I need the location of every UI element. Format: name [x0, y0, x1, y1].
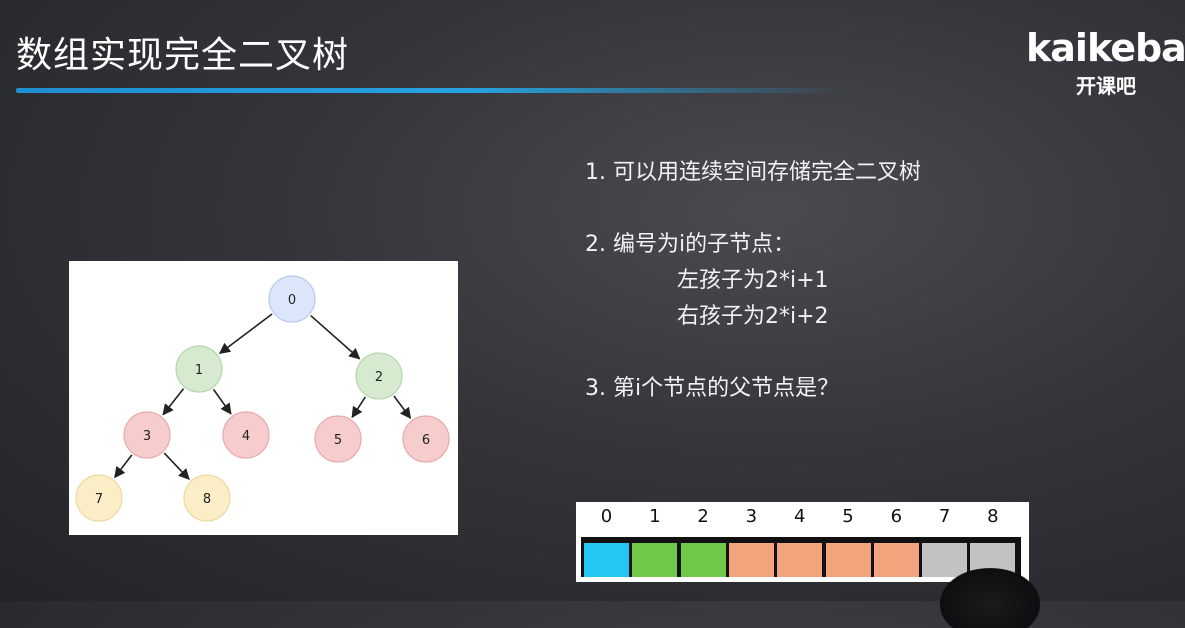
array-cell-7	[922, 543, 968, 577]
tree-node-label: 0	[288, 293, 296, 308]
array-cell-5	[825, 543, 871, 577]
array-index-label: 5	[842, 506, 854, 527]
array-cell-4	[777, 543, 823, 577]
tree-edge-2-6	[393, 395, 412, 420]
explanation-list: 1. 可以用连续空间存储完全二叉树 2. 编号为i的子节点： 左孩子为2*i+1…	[585, 155, 921, 407]
kaikeba-logo: kaikeba 开课吧	[990, 18, 1185, 98]
tree-node-label: 5	[334, 433, 342, 448]
array-index-label: 1	[649, 506, 661, 527]
tree-edge-3-7	[114, 454, 133, 479]
tree-node-label: 4	[242, 429, 250, 444]
slide-title: 数组实现完全二叉树	[16, 35, 350, 76]
point-2-left-child: 左孩子为2*i+1	[677, 268, 829, 293]
point-2-right-child: 右孩子为2*i+2	[677, 304, 829, 329]
tree-node-label: 7	[95, 492, 103, 507]
tree-node-label: 6	[422, 433, 430, 448]
array-index-label: 3	[745, 506, 758, 527]
array-cell-2	[680, 543, 726, 577]
title-underline	[16, 88, 846, 93]
array-index-label: 4	[793, 506, 806, 527]
point-2: 2. 编号为i的子节点：	[585, 232, 796, 257]
array-index-label: 6	[890, 506, 903, 527]
array-index-label: 8	[987, 506, 999, 527]
logo-subtitle: 开课吧	[1076, 74, 1136, 98]
tree-node-label: 3	[143, 429, 151, 444]
array-index-label: 0	[600, 506, 613, 527]
tree-svg: 0 1 2 3 4 5 6 7 8	[75, 275, 450, 522]
array-frame	[581, 537, 1021, 577]
presenter-head	[940, 568, 1040, 628]
tree-diagram: 0 1 2 3 4 5 6 7 8	[69, 261, 458, 535]
tree-edge-1-3	[162, 388, 185, 416]
tree-edge-1-4	[212, 388, 232, 415]
point-1: 1. 可以用连续空间存储完全二叉树	[585, 160, 921, 185]
tree-edge-0-1	[218, 313, 273, 355]
tree-edge-3-8	[163, 452, 190, 480]
array-cell-6	[873, 543, 919, 577]
tree-edge-0-2	[310, 314, 361, 360]
tree-node-label: 8	[203, 492, 211, 507]
array-cell-3	[728, 543, 774, 577]
tree-node-label: 1	[195, 363, 203, 378]
tree-edge-2-5	[351, 396, 367, 419]
array-index-label: 7	[938, 506, 951, 527]
array-index-label: 2	[697, 506, 709, 527]
tree-node-label: 2	[375, 370, 383, 385]
logo-wordmark: kaikeba	[1026, 26, 1185, 70]
point-3: 3. 第i个节点的父节点是？	[585, 376, 840, 401]
array-diagram: 0 1 2 3 4 5 6 7 8	[576, 502, 1029, 582]
array-cell-1	[632, 543, 678, 577]
array-cell-0	[584, 543, 629, 577]
